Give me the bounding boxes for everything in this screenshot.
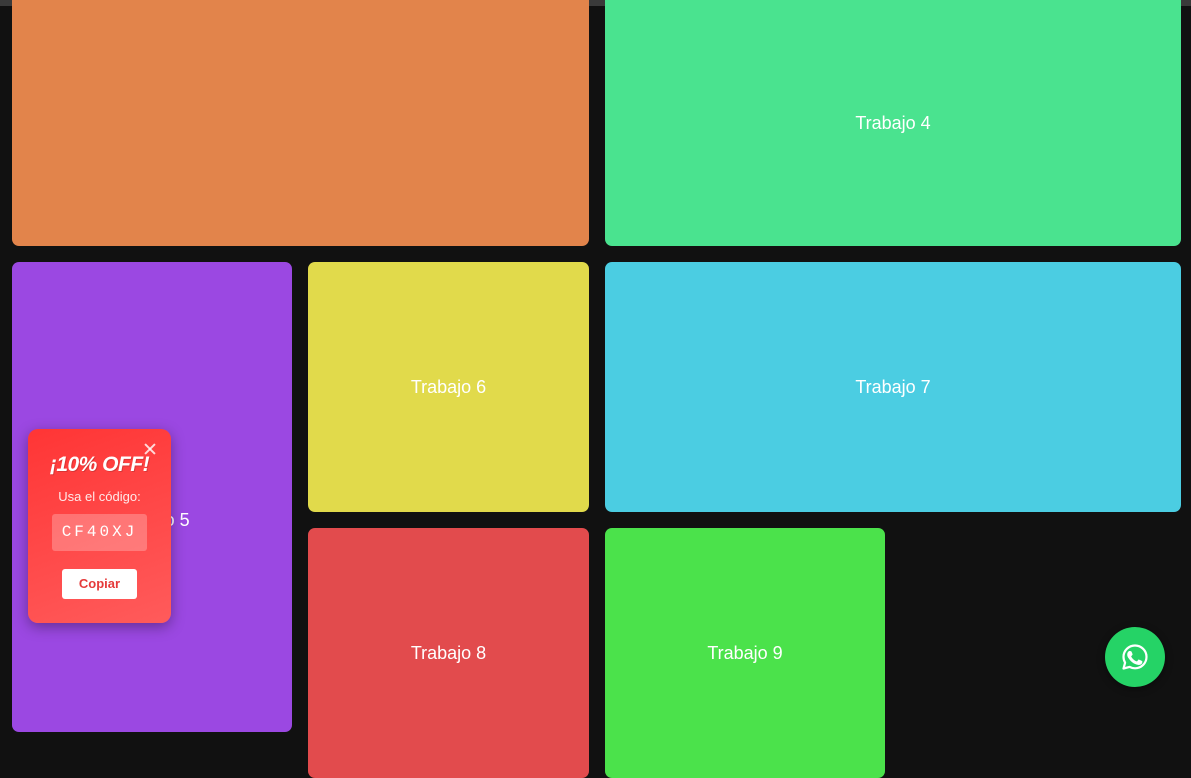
discount-subtitle: Usa el código: <box>58 489 141 504</box>
work-tile-4[interactable]: Trabajo 4 <box>605 0 1181 246</box>
copy-code-button[interactable]: Copiar <box>62 569 137 599</box>
work-tile-9[interactable]: Trabajo 9 <box>605 528 885 778</box>
work-tile-label: Trabajo 7 <box>855 376 931 397</box>
discount-title: ¡10% OFF! <box>49 453 150 476</box>
work-tile-7[interactable]: Trabajo 7 <box>605 262 1181 512</box>
work-tile-label: Trabajo 9 <box>707 642 783 663</box>
whatsapp-button[interactable] <box>1105 627 1165 687</box>
work-tile-label: Trabajo 8 <box>410 642 487 663</box>
work-tile-label: Trabajo 6 <box>410 376 487 397</box>
discount-popup: ¡10% OFF! Usa el código: CF40XJ Copiar <box>28 429 171 623</box>
work-tile-label: Trabajo 4 <box>855 112 931 133</box>
work-tile-8[interactable]: Trabajo 8 <box>308 528 589 778</box>
work-tile-6[interactable]: Trabajo 6 <box>308 262 589 512</box>
discount-code[interactable]: CF40XJ <box>52 514 147 551</box>
whatsapp-icon <box>1122 644 1148 670</box>
work-tile-3[interactable] <box>12 0 589 246</box>
